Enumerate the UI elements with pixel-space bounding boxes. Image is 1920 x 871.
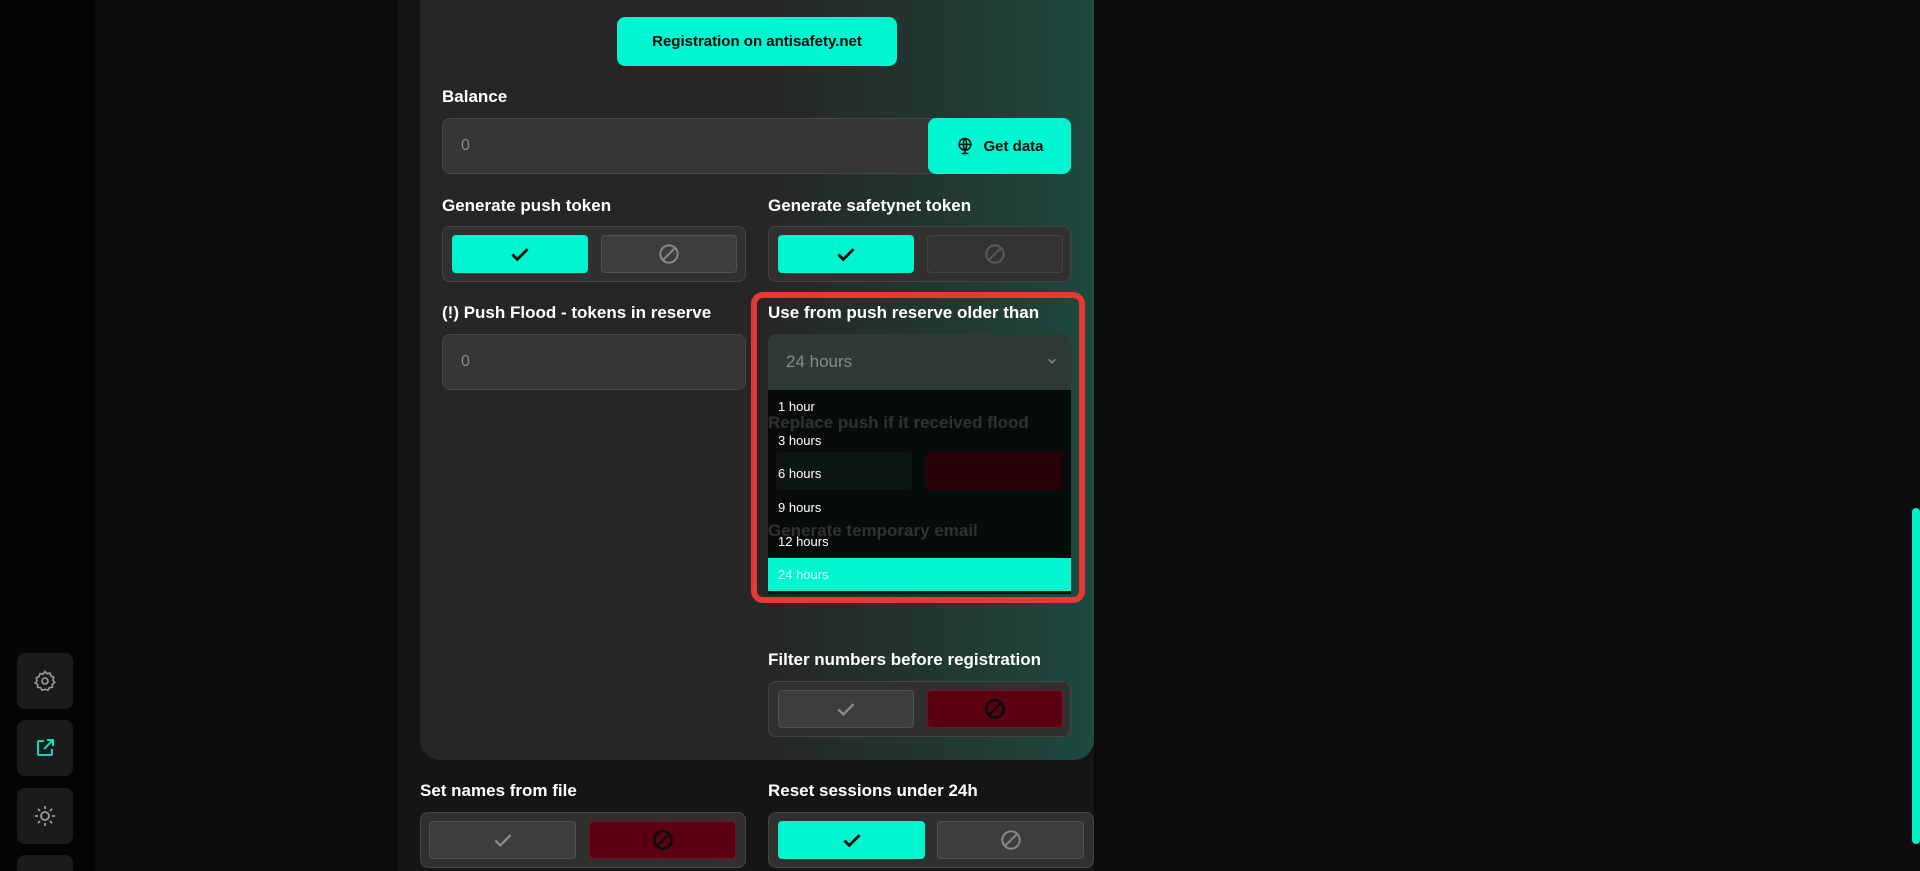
- sidebar-item-partial[interactable]: [17, 855, 73, 871]
- safetynet-disable-button[interactable]: [927, 235, 1063, 273]
- registration-button[interactable]: Registration on antisafety.net: [617, 17, 897, 66]
- block-icon: [985, 699, 1005, 719]
- filter-numbers-enable-button[interactable]: [778, 690, 914, 728]
- block-icon: [985, 244, 1005, 264]
- balance-input[interactable]: 0: [442, 118, 942, 174]
- push-token-disable-button[interactable]: [601, 235, 737, 273]
- filter-numbers-disable-button[interactable]: [927, 690, 1063, 728]
- block-icon: [1000, 830, 1021, 850]
- settings-button[interactable]: [17, 653, 73, 709]
- get-data-button[interactable]: Get data: [928, 118, 1071, 174]
- highlight-box: [751, 292, 1085, 603]
- set-names-from-file-label: Set names from file: [420, 781, 577, 800]
- check-icon: [494, 834, 511, 848]
- set-names-enable-button[interactable]: [429, 821, 576, 859]
- reset-sessions-enable-button[interactable]: [778, 821, 925, 859]
- generate-push-token-label: Generate push token: [442, 196, 612, 215]
- block-icon: [659, 244, 679, 264]
- external-link-icon: [37, 739, 54, 756]
- reset-sessions-label: Reset sessions under 24h: [768, 781, 978, 800]
- balance-label: Balance: [442, 87, 508, 106]
- theme-toggle-button[interactable]: [17, 788, 73, 844]
- sun-icon: [35, 806, 55, 826]
- gear-icon: [34, 670, 56, 692]
- balance-value: 0: [461, 137, 470, 154]
- generate-push-token-toggle: [442, 226, 746, 282]
- push-token-enable-button[interactable]: [452, 235, 588, 273]
- scrollbar-thumb[interactable]: [1912, 508, 1920, 844]
- safetynet-enable-button[interactable]: [778, 235, 914, 273]
- generate-safetynet-token-label: Generate safetynet token: [768, 196, 972, 215]
- get-data-label: Get data: [983, 137, 1044, 155]
- check-icon: [837, 703, 855, 717]
- check-icon: [837, 248, 855, 262]
- push-flood-label: (!) Push Flood - tokens in reserve: [442, 303, 712, 322]
- set-names-from-file-toggle: [420, 812, 746, 868]
- reset-sessions-toggle: [768, 812, 1094, 868]
- push-flood-input[interactable]: 0: [442, 334, 746, 390]
- check-icon: [511, 248, 529, 262]
- reset-sessions-disable-button[interactable]: [937, 821, 1084, 859]
- generate-safetynet-token-toggle: [768, 226, 1071, 282]
- external-link-button[interactable]: [17, 720, 73, 776]
- block-icon: [652, 830, 673, 850]
- check-icon: [842, 834, 861, 848]
- filter-numbers-toggle: [768, 681, 1071, 737]
- set-names-disable-button[interactable]: [589, 821, 736, 859]
- globe-icon: [958, 137, 973, 155]
- push-flood-value: 0: [461, 353, 470, 370]
- filter-numbers-label: Filter numbers before registration: [768, 650, 1041, 669]
